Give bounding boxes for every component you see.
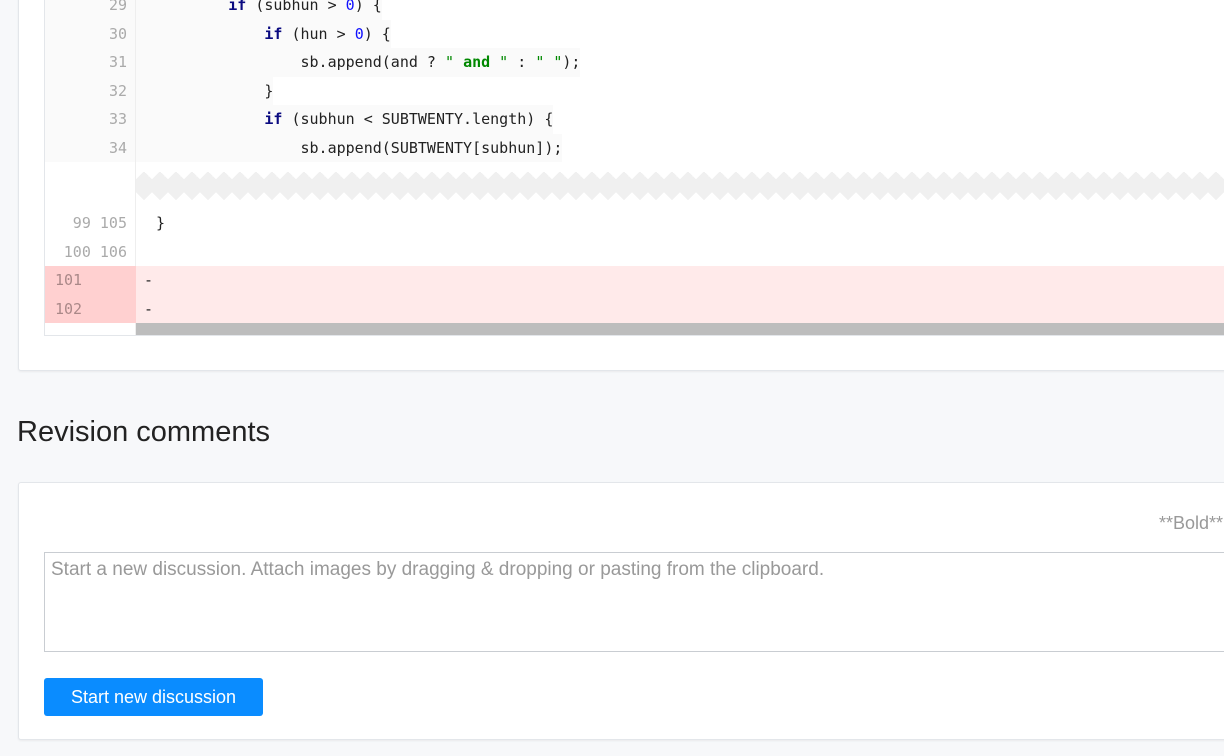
diff-line: 32 } — [45, 76, 1224, 105]
diff-line: 30 if (hun > 0) { — [45, 19, 1224, 48]
diff-view: 29 if (subhun > 0) {30 if (hun > 0) {31 … — [44, 0, 1224, 336]
code-text: sb.append(and ? " and " : " "); — [136, 48, 581, 77]
diff-line: 33 if (subhun < SUBTWENTY.length) { — [45, 105, 1224, 134]
code-token: sb.append(SUBTWENTY[subhun]); — [300, 138, 563, 157]
code-token: } — [264, 81, 274, 100]
code-token: 0 — [354, 24, 364, 43]
code-token: (subhun < SUBTWENTY.length) { — [291, 110, 554, 128]
horizontal-scrollbar[interactable] — [136, 323, 1224, 335]
code-text: if (subhun < SUBTWENTY.length) { — [136, 105, 554, 134]
code-text: } — [136, 76, 274, 105]
line-number: 33 — [45, 105, 136, 134]
deleted-line: 102- — [45, 294, 1224, 323]
code-token: and — [463, 53, 491, 71]
code-token: (hun > — [291, 24, 355, 43]
code-token: if — [264, 24, 292, 43]
line-number: 32 — [45, 76, 136, 105]
code-text: sb.append(SUBTWENTY[subhun]); — [136, 133, 563, 162]
code-token: " — [445, 53, 464, 71]
code-token: if — [264, 110, 292, 128]
code-token: 0 — [345, 0, 355, 14]
diff-line: 99 105} — [45, 209, 1224, 238]
code-text: if (subhun > 0) { — [136, 0, 382, 20]
code-token: " — [490, 53, 509, 71]
code-text: } — [156, 214, 166, 232]
line-number: 34 — [45, 133, 136, 162]
deleted-line: 101- — [45, 266, 1224, 295]
code-token: if — [228, 0, 256, 14]
diff-line: 100 106 — [45, 237, 1224, 267]
code-text: if (hun > 0) { — [136, 19, 391, 48]
format-hint: **Bold** — [1158, 513, 1223, 533]
diff-line: 29 if (subhun > 0) { — [45, 0, 1224, 20]
collapsed-lines-fold[interactable] — [45, 162, 1224, 209]
start-discussion-button[interactable]: Start new discussion — [44, 678, 263, 716]
code-token: " " — [535, 53, 563, 71]
code-text: - — [136, 266, 1224, 295]
code-token: : — [508, 53, 536, 71]
line-number: 30 — [45, 19, 136, 48]
code-token: (subhun > — [255, 0, 346, 14]
discussion-input[interactable] — [44, 552, 1224, 652]
fold-zigzag[interactable] — [136, 172, 1224, 200]
line-number: 102 — [45, 294, 136, 323]
code-token: sb.append(and ? — [300, 53, 445, 71]
line-number: 101 — [45, 266, 136, 295]
code-text: - — [136, 294, 1224, 323]
code-token: ); — [562, 53, 581, 71]
line-number: 29 — [45, 0, 136, 20]
diff-line: 31 sb.append(and ? " and " : " "); — [45, 48, 1224, 77]
line-number: 100 106 — [45, 237, 136, 266]
diff-card: 29 if (subhun > 0) {30 if (hun > 0) {31 … — [18, 0, 1224, 371]
code-token: ) { — [354, 0, 382, 14]
line-number: 31 — [45, 48, 136, 77]
line-number: 99 105 — [45, 209, 136, 238]
comment-card: **Bold** Start new discussion — [18, 482, 1224, 740]
section-title: Revision comments — [17, 416, 271, 448]
code-token: ) { — [363, 24, 391, 43]
diff-line: 34 sb.append(SUBTWENTY[subhun]); — [45, 133, 1224, 162]
